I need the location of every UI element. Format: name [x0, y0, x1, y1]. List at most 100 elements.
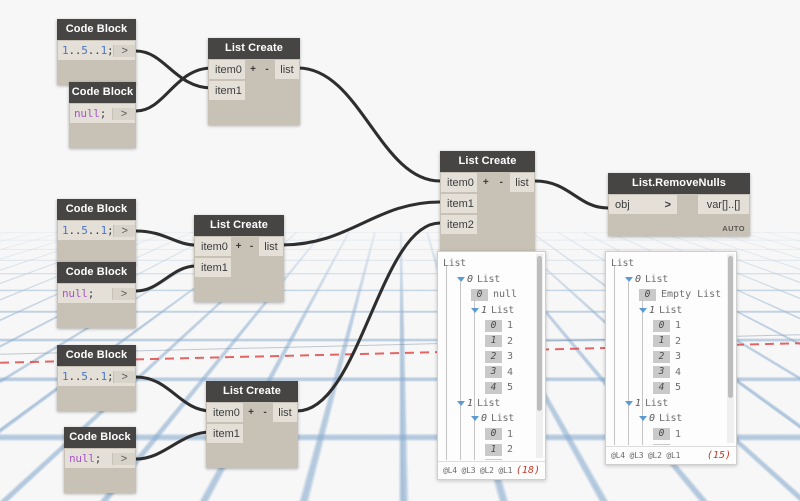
- tree-row[interactable]: 1 List: [471, 303, 514, 319]
- node-list-create-4[interactable]: List Create item0 + - list item1 item2: [440, 151, 535, 260]
- remove-item-button[interactable]: -: [258, 402, 272, 423]
- preview-bubble-removenulls[interactable]: List 0 List 0 Empty List 1 List 0 1 1 2 2 3 3 4 4 5 1 List…: [605, 251, 737, 465]
- tree-row[interactable]: 12: [485, 334, 513, 350]
- tree-row[interactable]: 0 List: [471, 411, 514, 427]
- output-port-list[interactable]: list: [258, 236, 284, 257]
- caret-down-icon[interactable]: [471, 307, 479, 313]
- tree-row[interactable]: 0 List: [625, 272, 668, 288]
- output-port-chevron-icon[interactable]: >: [112, 107, 135, 120]
- add-item-button[interactable]: +: [232, 236, 245, 257]
- tree-row[interactable]: 0 null: [471, 287, 517, 303]
- tree-row[interactable]: 01: [485, 318, 513, 334]
- input-port-item1[interactable]: item1: [440, 193, 478, 214]
- preview-scrollbar-thumb[interactable]: [537, 256, 542, 411]
- node-list-create-3[interactable]: List Create item0 + - list item1: [206, 381, 298, 468]
- tree-row[interactable]: List: [443, 256, 466, 272]
- tree-row[interactable]: 23: [485, 349, 513, 365]
- tree-row[interactable]: List: [611, 256, 634, 272]
- tree-node-value: 4: [675, 366, 682, 378]
- tree-node-value: 2: [507, 335, 514, 347]
- tree-row[interactable]: 01: [653, 427, 681, 443]
- graph-canvas[interactable]: Code Block 1..5..1; > Code Block null; >…: [0, 0, 800, 501]
- remove-item-button[interactable]: -: [245, 236, 258, 257]
- node-code-block-4[interactable]: Code Block null; >: [57, 262, 136, 328]
- code-text[interactable]: null;: [65, 452, 112, 465]
- code-text[interactable]: 1..5..1;: [58, 370, 114, 383]
- preview-bubble-list-create-4[interactable]: List 0 List 0 null 1 List 0 1 1 2 2 3 3 4 4 5 1 List 0 List 0…: [437, 251, 546, 480]
- output-port-chevron-icon[interactable]: >: [113, 44, 135, 57]
- preview-scrollbar-thumb[interactable]: [728, 256, 733, 398]
- output-port-chevron-icon[interactable]: >: [112, 287, 135, 300]
- node-body-pad: [57, 304, 136, 328]
- code-text[interactable]: 1..5..1;: [58, 44, 114, 57]
- tree-row[interactable]: 45: [653, 380, 681, 396]
- node-code-block-3[interactable]: Code Block 1..5..1; >: [57, 199, 136, 265]
- input-port-item2[interactable]: item2: [440, 214, 478, 235]
- node-code-block-5[interactable]: Code Block 1..5..1; >: [57, 345, 136, 411]
- code-text[interactable]: null;: [70, 107, 112, 120]
- tree-node-value: 5: [675, 382, 682, 394]
- output-port-list[interactable]: list: [272, 402, 298, 423]
- tree-row[interactable]: 0 Empty List: [639, 287, 721, 303]
- preview-levels[interactable]: @L4 @L3 @L2 @L1: [611, 451, 680, 460]
- tree-row[interactable]: 1 List: [457, 396, 500, 412]
- node-list-create-2[interactable]: List Create item0 + - list item1: [194, 215, 284, 302]
- output-port-list[interactable]: list: [509, 172, 535, 193]
- tree-row[interactable]: 01: [485, 427, 513, 443]
- tree-row[interactable]: 34: [653, 365, 681, 381]
- output-port-chevron-icon[interactable]: >: [113, 224, 135, 237]
- input-port-item0[interactable]: item0: [194, 236, 232, 257]
- add-item-button[interactable]: +: [478, 172, 494, 193]
- output-port-chevron-icon[interactable]: >: [113, 370, 135, 383]
- tree-row[interactable]: 0 List: [457, 272, 500, 288]
- node-code-block-1[interactable]: Code Block 1..5..1; >: [57, 19, 136, 85]
- caret-down-icon[interactable]: [457, 400, 465, 406]
- node-body: item0 + - list item1: [194, 236, 284, 302]
- code-editor-row[interactable]: 1..5..1; >: [57, 220, 136, 241]
- tree-row[interactable]: 34: [485, 365, 513, 381]
- node-list-create-1[interactable]: List Create item0 + - list item1: [208, 38, 300, 125]
- preview-levels[interactable]: @L4 @L3 @L2 @L1: [443, 466, 512, 475]
- input-port-item0[interactable]: item0: [208, 59, 246, 80]
- input-port-item1[interactable]: item1: [206, 423, 244, 444]
- add-item-button[interactable]: +: [246, 59, 260, 80]
- output-port-list[interactable]: list: [274, 59, 300, 80]
- remove-item-button[interactable]: -: [260, 59, 274, 80]
- input-port-item0[interactable]: item0: [206, 402, 244, 423]
- tree-row[interactable]: 12: [653, 442, 681, 445]
- node-body-pad: [57, 387, 136, 411]
- tree-row[interactable]: 0 List: [639, 411, 682, 427]
- caret-down-icon[interactable]: [457, 276, 465, 282]
- tree-row[interactable]: 12: [653, 334, 681, 350]
- output-port-var[interactable]: var[]..[]: [697, 194, 750, 215]
- tree-row[interactable]: 1 List: [639, 303, 682, 319]
- caret-down-icon[interactable]: [639, 307, 647, 313]
- node-code-block-6[interactable]: Code Block null; >: [64, 427, 136, 493]
- code-editor-row[interactable]: null; >: [64, 448, 136, 469]
- code-editor-row[interactable]: 1..5..1; >: [57, 40, 136, 61]
- input-port-item1[interactable]: item1: [208, 80, 246, 101]
- tree-row[interactable]: 1 List: [625, 396, 668, 412]
- caret-down-icon[interactable]: [625, 400, 633, 406]
- tree-row[interactable]: 23: [653, 349, 681, 365]
- remove-item-button[interactable]: -: [493, 172, 509, 193]
- input-port-obj[interactable]: obj >: [608, 194, 678, 215]
- caret-down-icon[interactable]: [625, 276, 633, 282]
- code-editor-row[interactable]: null; >: [69, 103, 136, 124]
- code-text[interactable]: 1..5..1;: [58, 224, 114, 237]
- tree-row[interactable]: 45: [485, 380, 513, 396]
- input-port-item1[interactable]: item1: [194, 257, 232, 278]
- node-list-removenulls[interactable]: List.RemoveNulls obj > var[]..[] AUTO: [608, 173, 750, 236]
- tree-row[interactable]: 23: [485, 458, 513, 460]
- node-code-block-2[interactable]: Code Block null; >: [69, 82, 136, 148]
- caret-down-icon[interactable]: [471, 416, 479, 422]
- tree-row[interactable]: 12: [485, 442, 513, 458]
- caret-down-icon[interactable]: [639, 416, 647, 422]
- code-editor-row[interactable]: 1..5..1; >: [57, 366, 136, 387]
- code-text[interactable]: null;: [58, 287, 112, 300]
- code-editor-row[interactable]: null; >: [57, 283, 136, 304]
- output-port-chevron-icon[interactable]: >: [112, 452, 135, 465]
- input-port-item0[interactable]: item0: [440, 172, 478, 193]
- tree-row[interactable]: 01: [653, 318, 681, 334]
- add-item-button[interactable]: +: [244, 402, 258, 423]
